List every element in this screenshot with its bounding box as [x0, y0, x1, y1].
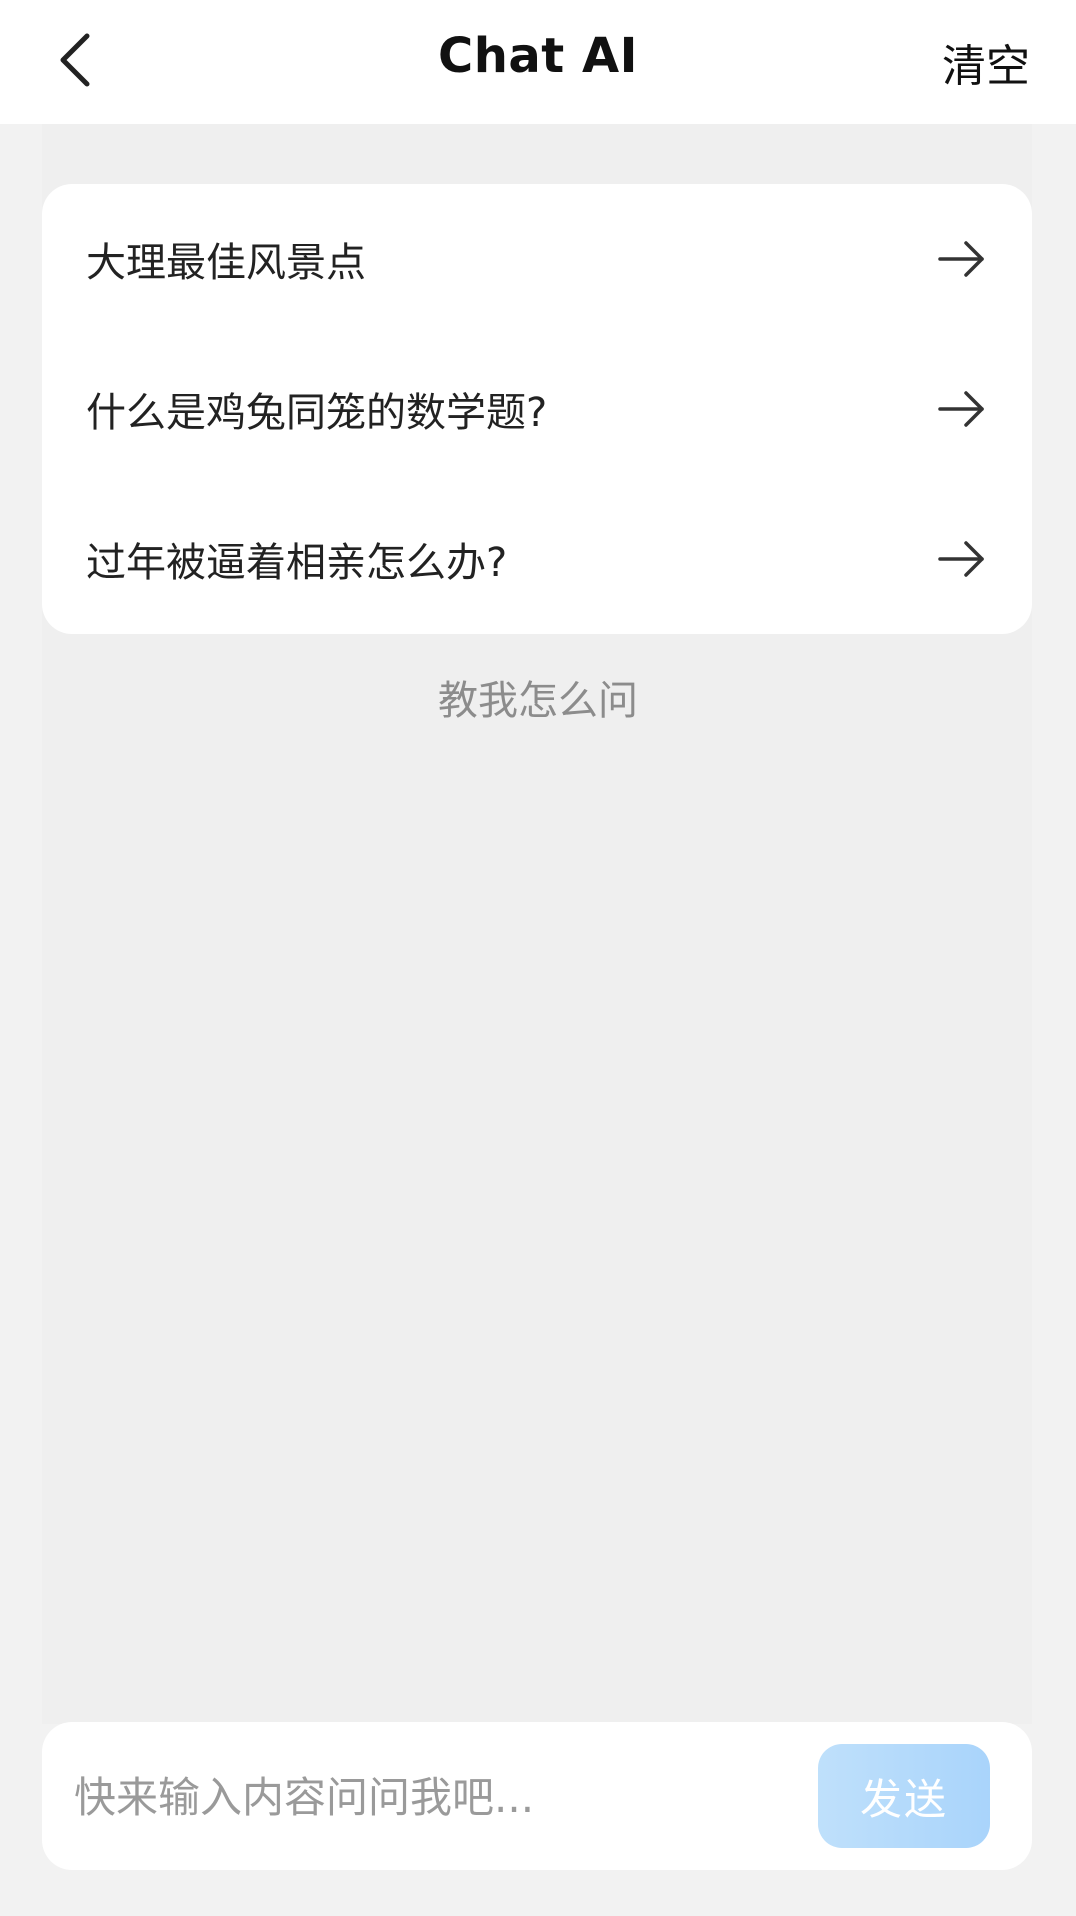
- clear-button[interactable]: 清空: [942, 30, 1030, 94]
- suggestion-item[interactable]: 过年被逼着相亲怎么办?: [42, 484, 1032, 634]
- suggestion-label: 大理最佳风景点: [86, 240, 366, 286]
- message-input[interactable]: [72, 1756, 826, 1838]
- arrow-right-icon: [938, 541, 984, 577]
- arrow-right-icon: [938, 241, 984, 277]
- suggestion-item[interactable]: 什么是鸡兔同笼的数学题?: [42, 334, 1032, 484]
- suggestion-label: 过年被逼着相亲怎么办?: [86, 540, 508, 586]
- suggestion-item[interactable]: 大理最佳风景点: [42, 184, 1032, 334]
- page-title: Chat AI: [438, 28, 638, 84]
- arrow-right-icon: [938, 391, 984, 427]
- top-bar: Chat AI 清空: [0, 0, 1076, 124]
- suggestions-card: 大理最佳风景点 什么是鸡兔同笼的数学题? 过年被逼着相亲怎么办?: [42, 184, 1032, 634]
- composer-bar: 发送: [42, 1722, 1032, 1870]
- suggestion-label: 什么是鸡兔同笼的数学题?: [86, 390, 548, 436]
- send-button[interactable]: 发送: [818, 1744, 990, 1848]
- teach-me-link[interactable]: 教我怎么问: [0, 668, 1076, 726]
